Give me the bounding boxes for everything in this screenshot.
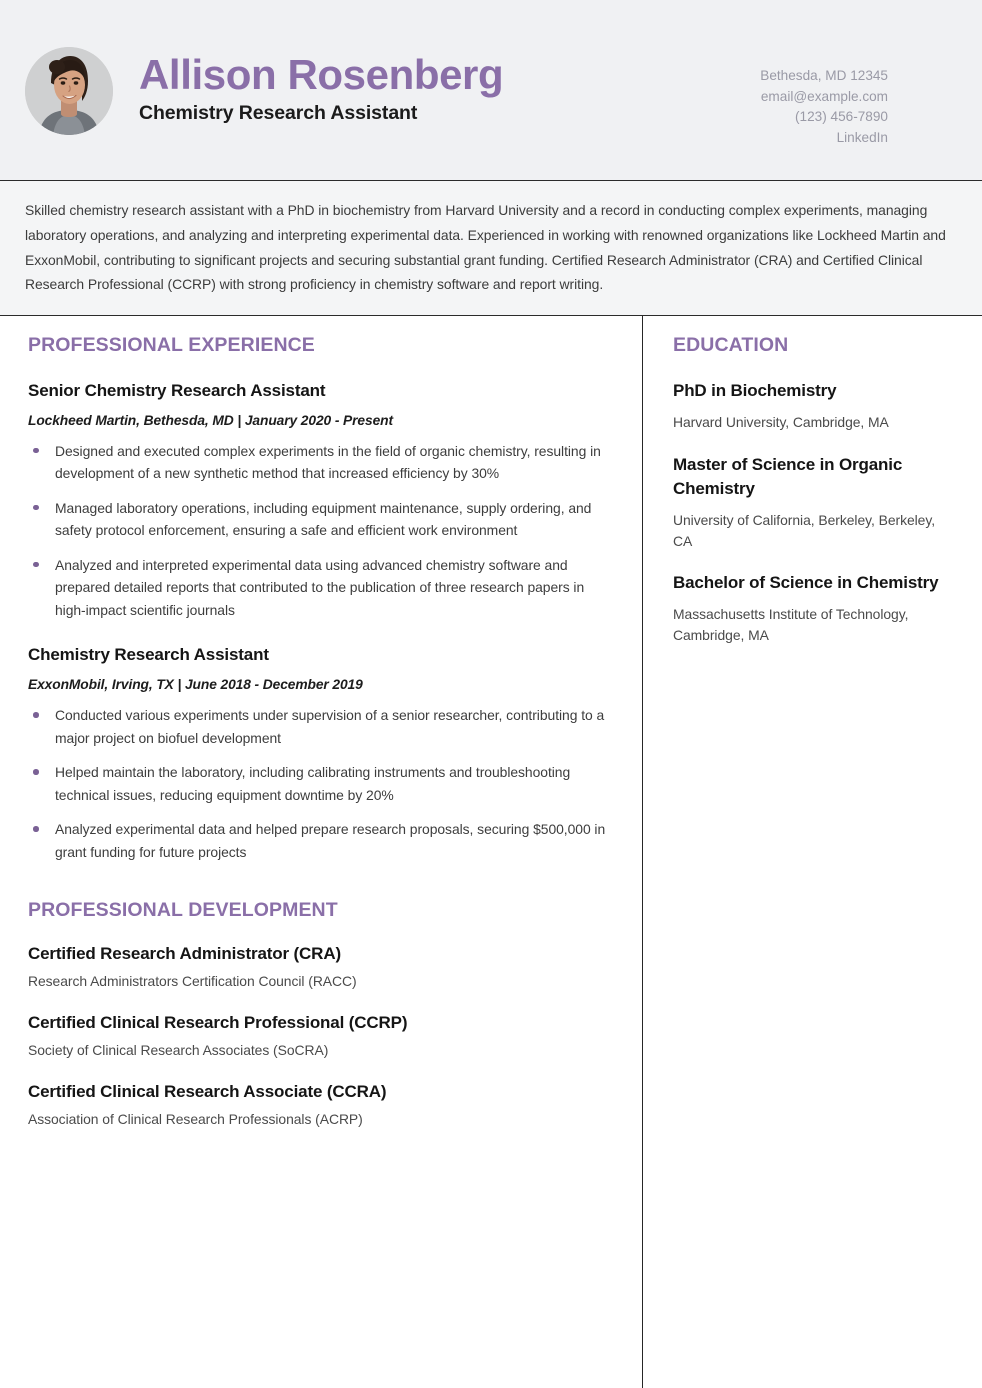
contact-email[interactable]: email@example.com — [760, 87, 888, 108]
left-column: PROFESSIONAL EXPERIENCE Senior Chemistry… — [0, 316, 642, 1388]
experience-bullet: Managed laboratory operations, including… — [28, 497, 612, 542]
experience-bullet: Conducted various experiments under supe… — [28, 704, 612, 749]
experience-bullet-list: Conducted various experiments under supe… — [28, 704, 612, 863]
section-title-education: EDUCATION — [673, 334, 789, 356]
development-certification-title: Certified Clinical Research Associate (C… — [28, 1082, 387, 1102]
education-entry: Bachelor of Science in Chemistry Massach… — [673, 571, 956, 645]
experience-bullet: Designed and executed complex experiment… — [28, 440, 612, 485]
experience-job-title: Senior Chemistry Research Assistant — [28, 381, 326, 400]
experience-bullet: Helped maintain the laboratory, includin… — [28, 761, 612, 806]
education-school: University of California, Berkeley, Berk… — [673, 511, 936, 549]
education-degree: Master of Science in Organic Chemistry — [673, 454, 903, 498]
development-certification-title: Certified Research Administrator (CRA) — [28, 944, 341, 964]
education-school: Harvard University, Cambridge, MA — [673, 414, 889, 431]
experience-job-title: Chemistry Research Assistant — [28, 645, 269, 665]
development-entry: Certified Clinical Research Professional… — [28, 1013, 612, 1058]
experience-entry: Chemistry Research Assistant ExxonMobil,… — [28, 643, 612, 863]
contact-location: Bethesda, MD 12345 — [760, 68, 888, 83]
development-entry: Certified Research Administrator (CRA) R… — [28, 944, 612, 989]
section-title-development: PROFESSIONAL DEVELOPMENT — [28, 899, 338, 922]
development-certification-org: Association of Clinical Research Profess… — [28, 1111, 363, 1128]
experience-company-meta: Lockheed Martin, Bethesda, MD | January … — [28, 412, 393, 428]
profile-photo-icon — [25, 47, 113, 135]
experience-company-meta: ExxonMobil, Irving, TX | June 2018 - Dec… — [28, 677, 363, 693]
development-certification-title: Certified Clinical Research Professional… — [28, 1013, 408, 1033]
education-entry: Master of Science in Organic Chemistry U… — [673, 453, 956, 551]
education-section: EDUCATION PhD in Biochemistry Harvard Un… — [673, 334, 956, 645]
job-role-subtitle: Chemistry Research Assistant — [139, 101, 418, 124]
experience-bullet: Analyzed experimental data and helped pr… — [28, 818, 612, 863]
body-columns: PROFESSIONAL EXPERIENCE Senior Chemistry… — [0, 316, 982, 1388]
education-school: Massachusetts Institute of Technology, C… — [673, 606, 909, 643]
resume-header: Allison Rosenberg Chemistry Research Ass… — [0, 0, 982, 181]
resume-page: Allison Rosenberg Chemistry Research Ass… — [0, 0, 982, 1388]
development-entry: Certified Clinical Research Associate (C… — [28, 1082, 612, 1127]
education-degree: Bachelor of Science in Chemistry — [673, 573, 939, 593]
education-degree: PhD in Biochemistry — [673, 381, 837, 400]
education-entry: PhD in Biochemistry Harvard University, … — [673, 379, 956, 433]
development-certification-org: Research Administrators Certification Co… — [28, 973, 357, 990]
experience-entry: Senior Chemistry Research Assistant Lock… — [28, 379, 612, 621]
right-column: EDUCATION PhD in Biochemistry Harvard Un… — [643, 316, 982, 1388]
contact-phone: (123) 456-7890 — [795, 109, 888, 125]
development-certification-org: Society of Clinical Research Associates … — [28, 1042, 329, 1059]
page-title: Allison Rosenberg — [139, 51, 504, 99]
experience-bullet-list: Designed and executed complex experiment… — [28, 440, 612, 622]
experience-section: PROFESSIONAL EXPERIENCE Senior Chemistry… — [28, 334, 612, 863]
avatar — [25, 47, 113, 135]
experience-bullet: Analyzed and interpreted experimental da… — [28, 554, 612, 622]
summary-section: Skilled chemistry research assistant wit… — [0, 181, 982, 316]
identity-block: Allison Rosenberg Chemistry Research Ass… — [139, 53, 760, 127]
section-title-experience: PROFESSIONAL EXPERIENCE — [28, 334, 315, 356]
development-section: PROFESSIONAL DEVELOPMENT Certified Resea… — [28, 899, 612, 1127]
contact-linkedin[interactable]: LinkedIn — [760, 128, 888, 149]
contact-info: Bethesda, MD 12345 email@example.com (12… — [760, 66, 954, 149]
summary-text: Skilled chemistry research assistant wit… — [25, 202, 946, 293]
